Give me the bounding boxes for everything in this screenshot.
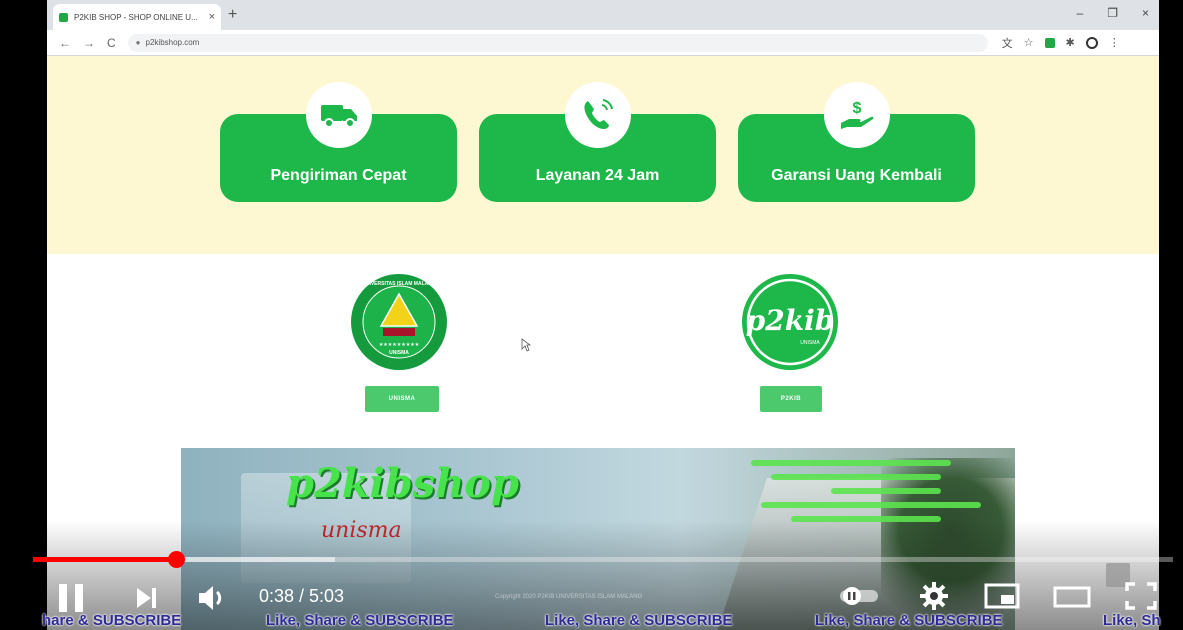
unisma-base-text: UNISMA: [389, 350, 409, 356]
subscribe-text: Like, Share & SUBSCRIBE: [815, 612, 1003, 629]
translate-icon[interactable]: 文: [1002, 35, 1013, 51]
pause-icon[interactable]: [55, 580, 87, 616]
close-window-button[interactable]: ×: [1142, 6, 1149, 20]
window-controls: – ❐ ×: [1077, 6, 1149, 20]
volume-icon[interactable]: [195, 580, 231, 616]
feature-icon-circle: [564, 82, 631, 148]
feature-label: Layanan 24 Jam: [535, 167, 660, 184]
subscribe-text: Like, Share & SUBSCRIBE: [545, 612, 733, 629]
feature-icon-circle: $: [823, 82, 890, 148]
next-video-icon[interactable]: [133, 580, 161, 616]
unisma-ring-text: UNIVERSITAS ISLAM MALANG: [362, 281, 436, 287]
progress-bar[interactable]: [33, 551, 1173, 568]
partner-button-unisma[interactable]: UNISMA: [365, 386, 439, 412]
banner-brand-title: p2kibshop: [286, 460, 519, 507]
minimize-button[interactable]: –: [1077, 6, 1084, 20]
extension-icon[interactable]: [1044, 37, 1055, 48]
tab-bar: P2KIB SHOP - SHOP ONLINE U... × + – ❐ ×: [47, 0, 1159, 30]
bookmark-star-icon[interactable]: ☆: [1024, 36, 1034, 49]
features-section: Pengiriman Cepat Layanan 24 Jam $ Garans…: [47, 56, 1159, 254]
subscribe-text: Like, Share & SUBSCRIBE: [266, 612, 454, 629]
address-toolbar: ← → C ● p2kibshop.com 文 ☆ ✱ ⋮: [47, 30, 1159, 56]
theater-mode-icon[interactable]: [1052, 580, 1092, 612]
feature-card-service[interactable]: Layanan 24 Jam: [479, 82, 716, 202]
scrubber-handle[interactable]: [167, 551, 185, 568]
money-hand-icon: $: [840, 100, 873, 129]
unisma-logo[interactable]: ★★★★★★★★★ UNISMA UNIVERSITAS ISLAM MALAN…: [349, 272, 449, 372]
browser-tab[interactable]: P2KIB SHOP - SHOP ONLINE U... ×: [53, 4, 221, 30]
feature-label: Garansi Uang Kembali: [771, 167, 942, 184]
puzzle-icon[interactable]: ✱: [1066, 36, 1075, 49]
feature-card-shipping[interactable]: Pengiriman Cepat: [220, 82, 457, 202]
fullscreen-icon[interactable]: [1124, 580, 1158, 612]
new-tab-button[interactable]: +: [228, 6, 237, 24]
subscribe-text: Like, Sh: [1103, 612, 1161, 629]
reload-icon[interactable]: C: [107, 36, 116, 50]
tab-title: P2KIB SHOP - SHOP ONLINE U...: [74, 12, 198, 22]
maximize-button[interactable]: ❐: [1107, 6, 1118, 20]
partner-button-p2kib[interactable]: P2KIB: [760, 386, 822, 412]
p2kib-logo[interactable]: p2kib UNISMA: [740, 272, 840, 372]
feature-icon-circle: [305, 82, 372, 148]
favicon-icon: [59, 12, 68, 22]
footer-copyright-text: Copyright 2020 P2KIB UNIVERSITAS ISLAM M…: [495, 594, 643, 600]
back-icon[interactable]: ←: [59, 36, 71, 50]
extensions-area: 文 ☆ ✱ ⋮: [1002, 35, 1120, 51]
phone-icon: [583, 99, 613, 129]
progress-played: [33, 557, 176, 562]
svg-text:$: $: [852, 100, 861, 117]
settings-gear-icon[interactable]: [918, 580, 950, 612]
truck-icon: [320, 105, 357, 128]
subscribe-text: hare & SUBSCRIBE: [42, 612, 182, 629]
feature-card-guarantee[interactable]: $ Garansi Uang Kembali: [738, 82, 975, 202]
autoplay-toggle-icon[interactable]: [838, 580, 882, 610]
feature-label: Pengiriman Cepat: [270, 167, 407, 184]
url-field[interactable]: ● p2kibshop.com: [127, 33, 988, 52]
mouse-cursor-icon: [521, 338, 531, 352]
miniplayer-icon[interactable]: [983, 580, 1021, 612]
unisma-stars: ★★★★★★★★★: [379, 342, 420, 348]
menu-dots-icon[interactable]: ⋮: [1109, 36, 1120, 49]
profile-avatar-icon[interactable]: [1085, 36, 1098, 49]
lock-icon: ●: [135, 38, 141, 47]
forward-icon[interactable]: →: [83, 36, 95, 50]
p2kib-mark-text: p2kib: [746, 304, 835, 337]
partners-section: ★★★★★★★★★ UNISMA UNIVERSITAS ISLAM MALAN…: [47, 254, 1159, 454]
url-text: p2kibshop.com: [145, 38, 200, 47]
tab-close-icon[interactable]: ×: [209, 11, 215, 23]
subscribe-marquee: hare & SUBSCRIBE Like, Share & SUBSCRIBE…: [0, 612, 1183, 630]
p2kib-small-text: UNISMA: [800, 340, 820, 346]
time-display: 0:38 / 5:03: [259, 586, 345, 606]
